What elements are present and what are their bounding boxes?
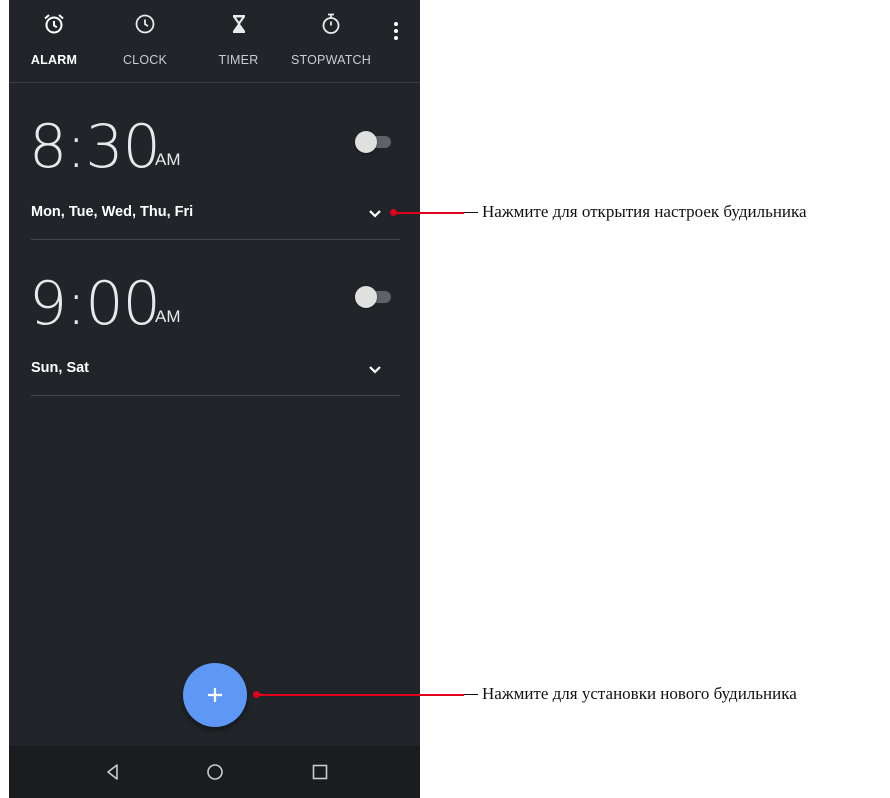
system-nav-bar bbox=[9, 746, 420, 798]
chevron-down-icon[interactable] bbox=[367, 208, 383, 220]
alarm-time[interactable]: 8:30 bbox=[29, 117, 161, 177]
tab-alarm[interactable]: ALARM bbox=[9, 0, 99, 82]
callout-text: Нажмите для открытия настроек будильника bbox=[482, 202, 807, 221]
alarm-clock-icon bbox=[44, 14, 64, 34]
tab-timer[interactable]: TIMER bbox=[191, 0, 286, 82]
tab-label: TIMER bbox=[218, 53, 259, 67]
alarm-toggle[interactable] bbox=[355, 131, 393, 153]
more-vert-icon[interactable] bbox=[390, 20, 402, 44]
divider bbox=[31, 395, 400, 396]
back-icon[interactable] bbox=[103, 762, 123, 782]
alarm-time[interactable]: 9:00 bbox=[29, 274, 161, 334]
alarm-days: Sun, Sat bbox=[31, 360, 90, 376]
chevron-down-icon[interactable] bbox=[367, 364, 383, 376]
callout-text: Нажмите для установки нового будильника bbox=[482, 684, 797, 703]
alarm-toggle[interactable] bbox=[355, 286, 393, 308]
add-alarm-button[interactable] bbox=[183, 663, 247, 727]
alarm-item[interactable]: 9:00 AM Sun, Sat bbox=[9, 240, 420, 397]
tab-label: ALARM bbox=[30, 53, 78, 67]
alarm-item[interactable]: 8:30 AM Mon, Tue, Wed, Thu, Fri bbox=[9, 83, 420, 243]
recents-icon[interactable] bbox=[310, 762, 330, 782]
callout-line bbox=[464, 694, 478, 695]
tab-label: STOPWATCH bbox=[290, 53, 372, 67]
home-icon[interactable] bbox=[205, 762, 225, 782]
callout-line bbox=[259, 694, 464, 696]
clock-app-screen: ALARM CLOCK TIMER STOPWATCH 8:30 AM Mon,… bbox=[9, 0, 420, 798]
alarm-days: Mon, Tue, Wed, Thu, Fri bbox=[31, 204, 194, 220]
callout-line bbox=[464, 212, 478, 213]
add-icon bbox=[208, 688, 222, 702]
tab-clock[interactable]: CLOCK bbox=[99, 0, 191, 82]
tab-stopwatch[interactable]: STOPWATCH bbox=[286, 0, 376, 82]
tab-bar: ALARM CLOCK TIMER STOPWATCH bbox=[9, 0, 420, 82]
stopwatch-icon bbox=[322, 13, 340, 34]
clock-icon bbox=[135, 14, 155, 34]
alarm-ampm: AM bbox=[155, 150, 181, 169]
hourglass-icon bbox=[232, 15, 245, 33]
tab-label: CLOCK bbox=[122, 53, 168, 67]
callout-line bbox=[396, 212, 464, 214]
alarm-ampm: AM bbox=[155, 307, 181, 326]
